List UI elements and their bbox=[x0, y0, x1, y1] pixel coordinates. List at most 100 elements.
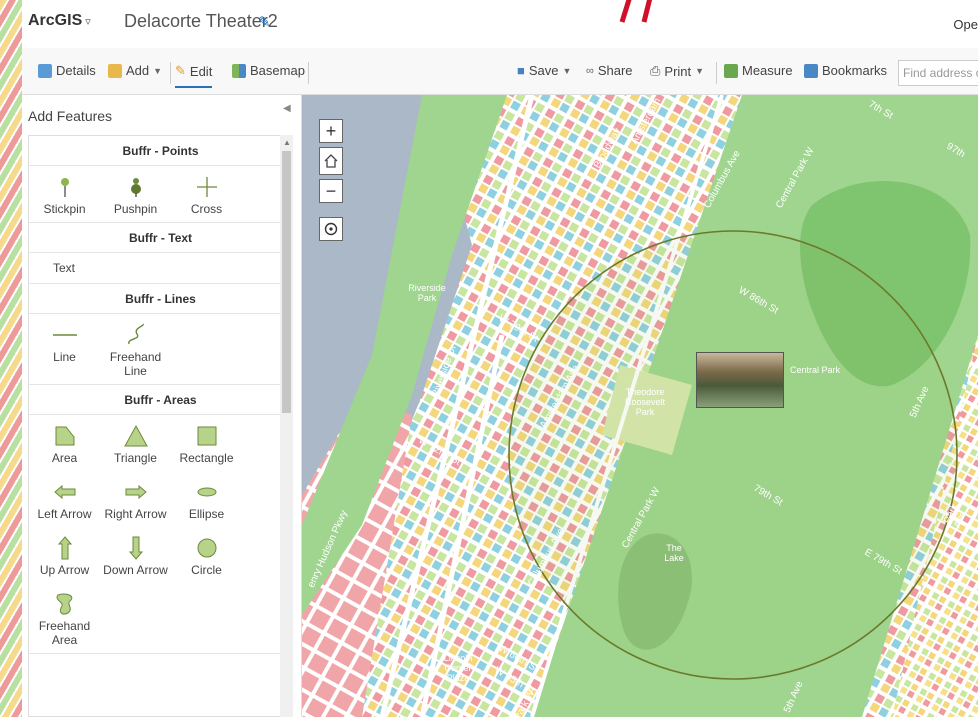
zoom-in-button[interactable]: + bbox=[319, 119, 343, 143]
pushpin-icon bbox=[130, 178, 141, 197]
template-pushpin[interactable]: Pushpin bbox=[100, 166, 171, 222]
share-label: Share bbox=[597, 63, 633, 78]
label-riverside-park: Riverside Park bbox=[408, 283, 446, 303]
group-header-areas: Buffr - Areas bbox=[29, 385, 292, 415]
print-button[interactable]: ⎙ Print ▼ bbox=[650, 63, 704, 79]
panel-scrollbar[interactable]: ▲ bbox=[280, 135, 293, 717]
add-caret-icon: ▼ bbox=[153, 65, 163, 76]
save-caret-icon: ▼ bbox=[562, 65, 572, 76]
cross-icon bbox=[196, 177, 217, 197]
details-button[interactable]: Details bbox=[38, 63, 96, 78]
ellipse-icon bbox=[197, 487, 216, 497]
map-view[interactable]: Broadway Amsterdam Columbus Ave Central … bbox=[302, 95, 978, 717]
scrollbar-thumb[interactable] bbox=[282, 151, 291, 413]
template-label: Cross bbox=[190, 202, 223, 216]
template-line[interactable]: Line bbox=[29, 314, 100, 384]
freehand-area-icon bbox=[56, 593, 72, 615]
share-icon: ∞ bbox=[586, 64, 594, 77]
stickpin-icon bbox=[60, 178, 69, 197]
basemap-button[interactable]: Basemap bbox=[232, 63, 305, 78]
add-icon bbox=[108, 63, 122, 78]
edit-pencil-icon: ✎ bbox=[175, 63, 186, 78]
edit-button[interactable]: ✎ Edit bbox=[175, 63, 213, 88]
template-freehand-area[interactable]: Freehand Area bbox=[29, 583, 100, 653]
template-label: Stickpin bbox=[43, 202, 86, 216]
group-header-points: Buffr - Points bbox=[29, 136, 292, 166]
add-features-panel: Add Features ◀ Buffr - Points Stickpin P… bbox=[22, 95, 302, 717]
template-rectangle[interactable]: Rectangle bbox=[171, 415, 242, 471]
open-link[interactable]: Ope bbox=[953, 17, 978, 32]
arcgis-brand[interactable]: ArcGIS ▿ bbox=[28, 12, 91, 30]
basemap-icon bbox=[232, 63, 246, 78]
map-title: Delacorte Theater2 bbox=[124, 11, 278, 31]
template-label: Ellipse bbox=[188, 507, 225, 521]
template-circle[interactable]: Circle bbox=[171, 527, 242, 583]
group-header-lines: Buffr - Lines bbox=[29, 284, 292, 314]
area-icon bbox=[55, 426, 74, 446]
add-label: Add bbox=[126, 63, 150, 78]
details-label: Details bbox=[56, 63, 96, 78]
label-lincoln-center: Lincoln Center Plaza bbox=[443, 653, 473, 683]
red-annotation-mark bbox=[619, 0, 653, 23]
template-label: Right Arrow bbox=[104, 507, 167, 521]
template-cross[interactable]: Cross bbox=[171, 166, 242, 222]
template-label: Left Arrow bbox=[37, 507, 92, 521]
delacorte-theater-photo-marker[interactable] bbox=[696, 352, 784, 408]
print-icon: ⎙ bbox=[650, 63, 661, 78]
details-icon bbox=[38, 63, 52, 78]
divider bbox=[716, 62, 717, 84]
template-ellipse[interactable]: Ellipse bbox=[171, 471, 242, 527]
find-address-input[interactable]: Find address o bbox=[898, 60, 978, 86]
freehand-line-icon bbox=[127, 323, 144, 345]
zoom-out-button[interactable]: − bbox=[319, 179, 343, 203]
group-header-text: Buffr - Text bbox=[29, 223, 292, 253]
save-button[interactable]: ■ Save ▼ bbox=[517, 63, 571, 78]
template-label: Up Arrow bbox=[39, 563, 90, 577]
divider bbox=[170, 62, 171, 84]
template-stickpin[interactable]: Stickpin bbox=[29, 166, 100, 222]
print-caret-icon: ▼ bbox=[695, 66, 705, 76]
template-label: Freehand Line bbox=[109, 350, 162, 378]
template-label: Freehand Area bbox=[38, 619, 91, 647]
bookmarks-button[interactable]: Bookmarks bbox=[804, 63, 887, 78]
triangle-icon bbox=[123, 424, 148, 447]
bookmarks-label: Bookmarks bbox=[822, 63, 888, 78]
home-icon bbox=[324, 154, 338, 168]
up-arrow-icon bbox=[57, 536, 72, 560]
template-freehand-line[interactable]: Freehand Line bbox=[100, 314, 171, 384]
group-points: Stickpin Pushpin Cross bbox=[29, 166, 292, 223]
template-area[interactable]: Area bbox=[29, 415, 100, 471]
template-label: Area bbox=[51, 451, 78, 465]
scroll-up-icon[interactable]: ▲ bbox=[283, 138, 291, 147]
share-button[interactable]: ∞ Share bbox=[586, 63, 633, 78]
edit-title-pencil-icon[interactable]: ✎ bbox=[258, 13, 271, 31]
collapse-panel-icon[interactable]: ◀ bbox=[283, 103, 291, 114]
template-left-arrow[interactable]: Left Arrow bbox=[29, 471, 100, 527]
template-text[interactable]: Text bbox=[29, 253, 75, 283]
locate-button[interactable] bbox=[319, 217, 343, 241]
app-header: ArcGIS ▿ Delacorte Theater2 ✎ Ope bbox=[22, 0, 978, 48]
circle-icon bbox=[197, 538, 216, 558]
save-icon: ■ bbox=[517, 63, 525, 78]
line-icon bbox=[52, 334, 77, 336]
group-text: Text bbox=[29, 253, 292, 284]
print-label: Print bbox=[664, 63, 692, 79]
feature-templates-list: Buffr - Points Stickpin Pushpin Cross Bu… bbox=[28, 135, 293, 717]
rectangle-icon bbox=[197, 426, 216, 446]
group-lines: Line Freehand Line bbox=[29, 314, 292, 385]
template-label: Triangle bbox=[114, 451, 157, 465]
template-down-arrow[interactable]: Down Arrow bbox=[100, 527, 171, 583]
right-arrow-icon bbox=[125, 484, 147, 500]
group-areas: Area Triangle Rectangle Left Arrow Right… bbox=[29, 415, 292, 654]
template-triangle[interactable]: Triangle bbox=[100, 415, 171, 471]
template-up-arrow[interactable]: Up Arrow bbox=[29, 527, 100, 583]
measure-button[interactable]: Measure bbox=[724, 63, 793, 78]
measure-label: Measure bbox=[742, 63, 793, 78]
divider bbox=[308, 62, 309, 84]
add-button[interactable]: Add ▼ bbox=[108, 63, 162, 78]
template-label: Circle bbox=[191, 563, 222, 577]
brand-caret-icon: ▿ bbox=[85, 16, 91, 28]
template-right-arrow[interactable]: Right Arrow bbox=[100, 471, 171, 527]
home-button[interactable] bbox=[319, 147, 343, 175]
template-label: Down Arrow bbox=[103, 563, 168, 577]
